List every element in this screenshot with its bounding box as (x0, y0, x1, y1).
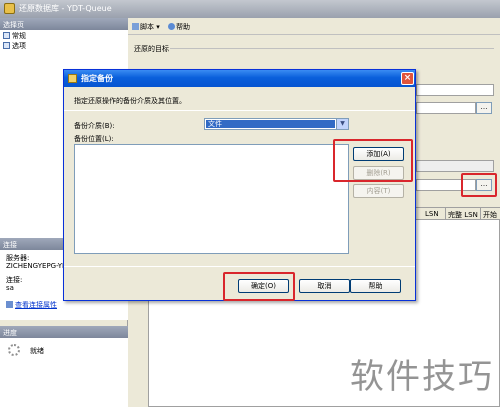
grid-column-full-lsn: 完整 LSN (448, 211, 478, 219)
server-value: ZICHENGYEPG-YDT (6, 262, 72, 270)
progress-header: 进度 (0, 326, 128, 338)
page-item-label: 常规 (12, 32, 26, 40)
help-button[interactable]: 帮助 (350, 279, 401, 293)
grid-column-lsn: LSN (425, 210, 439, 218)
script-label: 脚本 (140, 23, 154, 31)
browse-button-highlight (461, 173, 497, 197)
chevron-down-icon: ▾ (156, 23, 160, 31)
dialog-divider (64, 110, 415, 111)
view-connection-link-label: 查看连接属性 (15, 301, 57, 309)
help-toolbar-label: 帮助 (176, 23, 190, 31)
dialog-footer-divider (64, 266, 415, 267)
grid-column-separator (480, 208, 481, 220)
properties-icon (6, 301, 13, 308)
page-item-general[interactable]: 常规 (3, 31, 26, 41)
watermark-text: 软件技巧 (350, 357, 494, 397)
dialog-title-bar[interactable]: 指定备份 × (64, 70, 415, 87)
grid-column-start: 开始 (483, 211, 497, 219)
progress-panel: 就绪 (0, 338, 128, 407)
backup-media-label: 备份介质(B): (74, 122, 115, 130)
dialog-icon (68, 74, 77, 83)
page-item-options[interactable]: 选项 (3, 41, 26, 51)
window-title: 还原数据库 - YDT-Queue (19, 4, 112, 13)
restore-target-title: 还原的目标 (134, 45, 169, 53)
backup-location-label: 备份位置(L): (74, 135, 114, 143)
help-toolbar-button[interactable]: 帮助 (168, 22, 190, 32)
specify-backup-dialog: 指定备份 × 指定还原操作的备份介质及其位置。 备份介质(B): 文件 ▼ 备份… (63, 69, 416, 301)
grid-column-separator (445, 208, 446, 220)
backup-location-list[interactable] (74, 144, 349, 254)
script-icon (132, 23, 139, 30)
page-icon (3, 42, 10, 49)
help-icon (168, 23, 175, 30)
close-button[interactable]: × (401, 72, 414, 85)
script-button[interactable]: 脚本 ▾ (132, 22, 160, 32)
spinner-icon (8, 344, 20, 356)
add-button-highlight (333, 139, 413, 182)
source-database-field (416, 160, 494, 172)
ok-button-highlight (223, 272, 295, 301)
page-item-label: 选项 (12, 42, 26, 50)
target-database-field[interactable] (416, 84, 494, 96)
database-icon (4, 3, 15, 14)
section-divider (170, 48, 494, 49)
chevron-down-icon[interactable]: ▼ (336, 119, 348, 129)
toolbar: 脚本 ▾ 帮助 (128, 18, 500, 35)
connection-value: sa (6, 284, 14, 292)
contents-button: 内容(T) (353, 184, 404, 198)
view-connection-properties-link[interactable]: 查看连接属性 (6, 300, 57, 310)
backup-media-select[interactable]: 文件 ▼ (204, 118, 349, 130)
main-title-bar[interactable]: 还原数据库 - YDT-Queue (0, 0, 500, 18)
pages-header: 选择页 (0, 18, 128, 30)
backup-media-value: 文件 (206, 120, 335, 128)
page-icon (3, 32, 10, 39)
dialog-title: 指定备份 (81, 74, 113, 83)
dialog-instruction: 指定还原操作的备份介质及其位置。 (74, 97, 186, 105)
progress-status: 就绪 (30, 347, 44, 355)
target-time-field[interactable] (416, 102, 476, 114)
target-time-browse-button[interactable]: … (476, 102, 492, 114)
cancel-button[interactable]: 取消 (299, 279, 350, 293)
